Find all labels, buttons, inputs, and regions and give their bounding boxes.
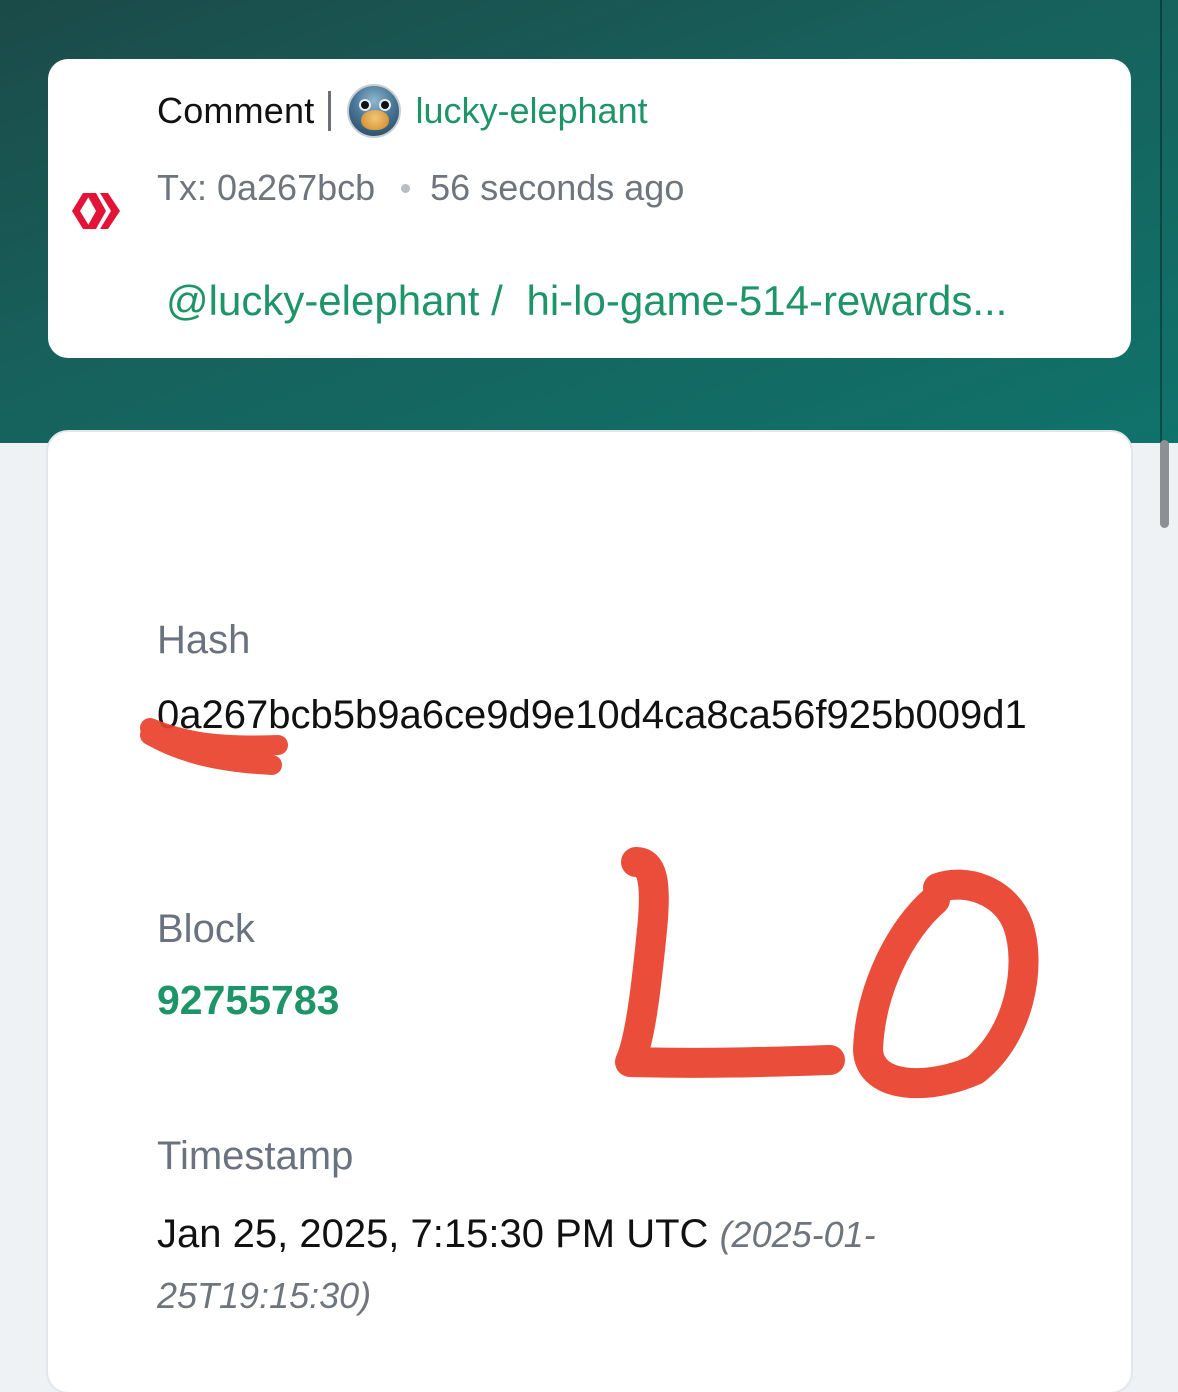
operation-type: Comment [157, 90, 315, 131]
divider [328, 91, 332, 131]
transaction-id-link[interactable]: Tx: 0a267bcb [157, 167, 375, 209]
avatar-eye [381, 101, 390, 109]
operation-header: Comment lucky-elephant [157, 83, 648, 139]
operation-card[interactable]: Comment lucky-elephant Tx: 0a267bcb 56 s… [48, 59, 1131, 358]
hash-value: 0a267bcb5b9a6ce9d9e10d4ca8ca56f925b009d1 [157, 693, 1027, 737]
username-link[interactable]: lucky-elephant [415, 90, 647, 132]
avatar-beak [361, 110, 390, 130]
timestamp-utc: Jan 25, 2025, 7:15:30 PM UTC [157, 1212, 709, 1256]
separator-dot [401, 183, 411, 193]
transaction-details-card: Hash 0a267bcb5b9a6ce9d9e10d4ca8ca56f925b… [48, 432, 1131, 1392]
timestamp-label: Timestamp [157, 1134, 354, 1178]
author-link[interactable]: @lucky-elephant / [166, 277, 503, 324]
hash-label: Hash [157, 618, 251, 662]
avatar-eye [361, 101, 370, 109]
transaction-age: 56 seconds ago [430, 167, 685, 208]
scrollbar-thumb[interactable] [1160, 440, 1169, 528]
scrollbar-track [1160, 0, 1162, 443]
block-label: Block [157, 907, 255, 951]
user-avatar[interactable] [347, 84, 402, 138]
timestamp-value: Jan 25, 2025, 7:15:30 PM UTC (2025-01-25… [157, 1204, 1017, 1326]
permlink-text[interactable]: hi-lo-game-514-rewards... [526, 277, 1007, 324]
transaction-meta: Tx: 0a267bcb 56 seconds ago [157, 167, 684, 209]
block-number-link[interactable]: 92755783 [157, 977, 339, 1024]
post-link[interactable]: @lucky-elephant / hi-lo-game-514-rewards… [166, 277, 1096, 325]
hive-logo-icon [72, 193, 120, 229]
